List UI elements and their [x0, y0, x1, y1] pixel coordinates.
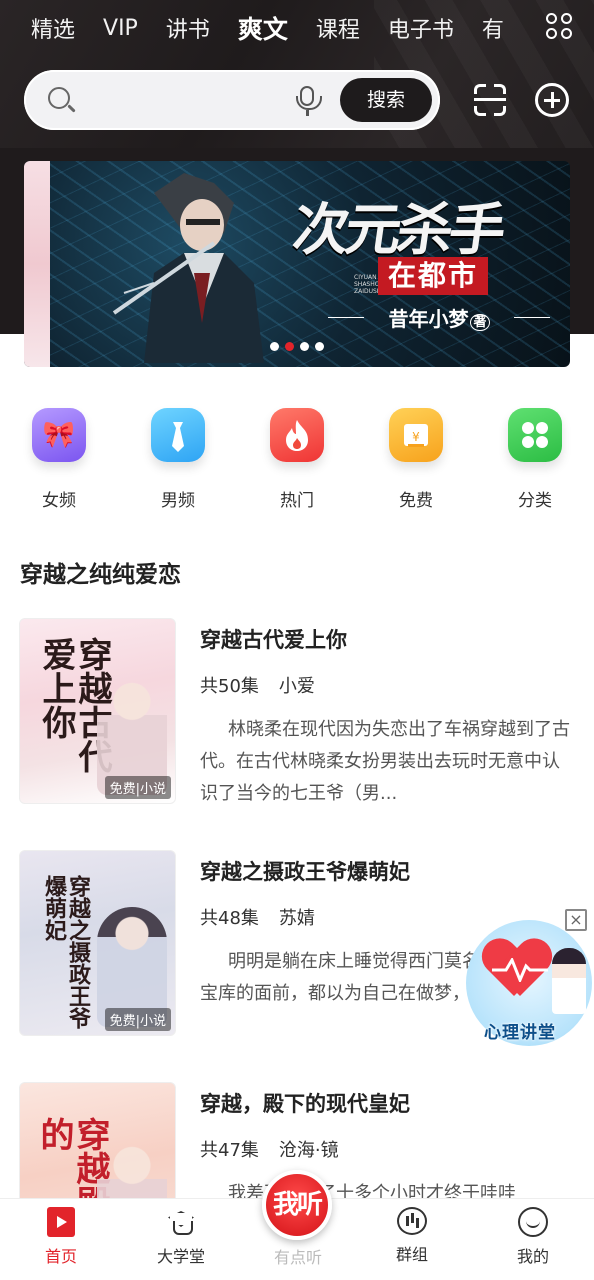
book-meta: 共48集 苏婧: [200, 908, 315, 929]
microphone-icon[interactable]: [296, 86, 322, 110]
top-header: 精选 VIP 讲书 爽文 课程 电子书 有 搜索: [0, 0, 594, 148]
banner-pinyin: CIYUAN SHASHOU ZAIDUSHI: [354, 274, 384, 295]
book-title[interactable]: 穿越古代爱上你: [200, 624, 347, 654]
quick-nav: 🎀 女频 男频 热门 ¥ 免费 分类: [0, 408, 594, 518]
pagination-dot[interactable]: [315, 342, 324, 351]
add-icon[interactable]: [535, 83, 569, 117]
category-tabs: 精选 VIP 讲书 爽文 课程 电子书 有: [0, 6, 530, 50]
scan-icon[interactable]: [474, 84, 506, 116]
graduation-cap-icon: [166, 1207, 196, 1237]
tab-courses[interactable]: 课程: [316, 12, 360, 44]
book-title[interactable]: 穿越，殿下的现代皇妃: [200, 1088, 410, 1118]
promo-banner[interactable]: 次元杀手 CIYUAN SHASHOU ZAIDUSHI 在都市 昔年小梦著: [24, 161, 570, 367]
banner-title: 次元杀手: [288, 197, 507, 263]
bow-icon: 🎀: [32, 408, 86, 462]
category-icon: [508, 408, 562, 462]
profile-icon: [518, 1207, 548, 1237]
banner-subtitle: 在都市: [378, 257, 488, 295]
book-cover[interactable]: 穿越之摄政王爷爆萌妃 免费|小说: [19, 850, 176, 1036]
quick-nav-hot[interactable]: 热门: [257, 408, 337, 511]
pagination-dot[interactable]: [300, 342, 309, 351]
assassin-illustration: [112, 173, 264, 363]
book-meta: 共50集 小爱: [200, 676, 315, 697]
svg-text:¥: ¥: [412, 430, 420, 444]
section-title: 穿越之纯纯爱恋: [20, 562, 181, 588]
listen-label: 有点听: [273, 1248, 322, 1267]
quick-nav-category[interactable]: 分类: [495, 408, 575, 511]
fire-icon: [270, 408, 324, 462]
ticket-icon: ¥: [389, 408, 443, 462]
book-description: 林晓柔在现代因为失恋出了车祸穿越到了古代。在古代林晓柔女扮男装出去玩时无意中认识…: [200, 719, 570, 804]
banner-pagination: [270, 342, 324, 351]
tab-selected[interactable]: 精选: [31, 12, 75, 44]
book-item[interactable]: 穿越古代爱上你 免费|小说 穿越古代爱上你 共50集 小爱 林晓柔在现代因为失恋出…: [0, 618, 594, 818]
quick-nav-free[interactable]: ¥ 免费: [376, 408, 456, 511]
tab-vip[interactable]: VIP: [103, 16, 138, 41]
free-badge: 免费|小说: [104, 776, 171, 799]
nav-me[interactable]: 我的: [493, 1207, 573, 1267]
pagination-dot[interactable]: [270, 342, 279, 351]
doctor-illustration: [552, 948, 586, 1014]
chat-bubble-icon: [397, 1207, 427, 1235]
listen-button[interactable]: 我听: [262, 1170, 332, 1240]
quick-nav-female[interactable]: 🎀 女频: [19, 408, 99, 511]
psychology-lecture-ad[interactable]: 心理讲堂: [466, 918, 594, 1048]
tab-book-talk[interactable]: 讲书: [166, 12, 210, 44]
tab-more-truncated[interactable]: 有: [482, 12, 504, 44]
nav-home[interactable]: 首页: [21, 1207, 101, 1267]
search-bar[interactable]: 搜索: [24, 70, 440, 130]
pagination-dot-active[interactable]: [285, 342, 294, 351]
tie-icon: [151, 408, 205, 462]
search-button[interactable]: 搜索: [340, 78, 432, 122]
nav-groups[interactable]: 群组: [372, 1207, 452, 1265]
book-meta: 共47集 沧海·镜: [200, 1140, 339, 1161]
search-icon: [48, 87, 70, 109]
banner-edge-strip: [24, 161, 50, 367]
close-icon[interactable]: ×: [565, 909, 587, 931]
nav-university[interactable]: 大学堂: [141, 1207, 221, 1267]
tab-shuangwen[interactable]: 爽文: [238, 10, 288, 46]
banner-author: 昔年小梦著: [324, 303, 554, 331]
book-title[interactable]: 穿越之摄政王爷爆萌妃: [200, 856, 410, 886]
free-badge: 免费|小说: [104, 1008, 171, 1031]
quick-nav-male[interactable]: 男频: [138, 408, 218, 511]
heartbeat-line: [492, 958, 548, 982]
ad-label: 心理讲堂: [484, 1023, 556, 1043]
home-icon: [47, 1207, 75, 1237]
search-input[interactable]: [86, 84, 306, 116]
all-categories-icon[interactable]: [546, 13, 572, 39]
book-cover[interactable]: 穿越古代爱上你 免费|小说: [19, 618, 176, 804]
tab-ebooks[interactable]: 电子书: [388, 12, 454, 44]
